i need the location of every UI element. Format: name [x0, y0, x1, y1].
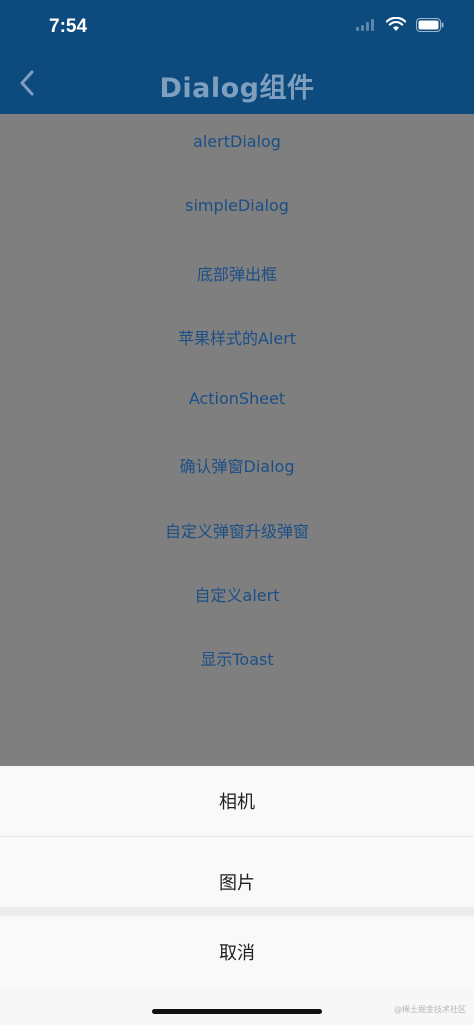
status-time: 7:54	[49, 16, 88, 37]
home-indicator	[152, 1009, 322, 1014]
battery-icon	[416, 17, 444, 37]
wifi-icon	[385, 16, 407, 37]
status-icons	[356, 16, 444, 37]
status-bar: 7:54	[0, 0, 474, 56]
menu-list-container: alertDialog simpleDialog 底部弹出框 苹果样式的Aler…	[0, 114, 474, 766]
menu-item-show-toast[interactable]: 显示Toast	[0, 646, 474, 710]
sheet-cancel-button[interactable]: 取消	[0, 916, 474, 988]
sheet-gap	[0, 907, 474, 916]
menu-item-action-sheet[interactable]: ActionSheet	[0, 389, 474, 453]
menu-item-alert-dialog[interactable]: alertDialog	[0, 132, 474, 196]
menu-item-bottom-sheet[interactable]: 底部弹出框	[0, 261, 474, 325]
menu-item-simple-dialog[interactable]: simpleDialog	[0, 196, 474, 260]
watermark: @稀土掘金技术社区	[394, 1005, 466, 1014]
page-title: Dialog组件	[159, 73, 315, 104]
cellular-signal-icon	[356, 18, 376, 36]
menu-item-custom-alert[interactable]: 自定义alert	[0, 582, 474, 646]
app-bar: Dialog组件	[0, 56, 474, 114]
menu-item-custom-upgrade-dialog[interactable]: 自定义弹窗升级弹窗	[0, 518, 474, 582]
menu-list: alertDialog simpleDialog 底部弹出框 苹果样式的Aler…	[0, 132, 474, 711]
menu-item-cupertino-alert[interactable]: 苹果样式的Alert	[0, 325, 474, 389]
sheet-option-camera[interactable]: 相机	[0, 766, 474, 836]
bottom-sheet: 相机 图片 取消	[0, 766, 474, 1025]
menu-item-confirm-dialog[interactable]: 确认弹窗Dialog	[0, 453, 474, 517]
sheet-option-photo[interactable]: 图片	[0, 837, 474, 907]
